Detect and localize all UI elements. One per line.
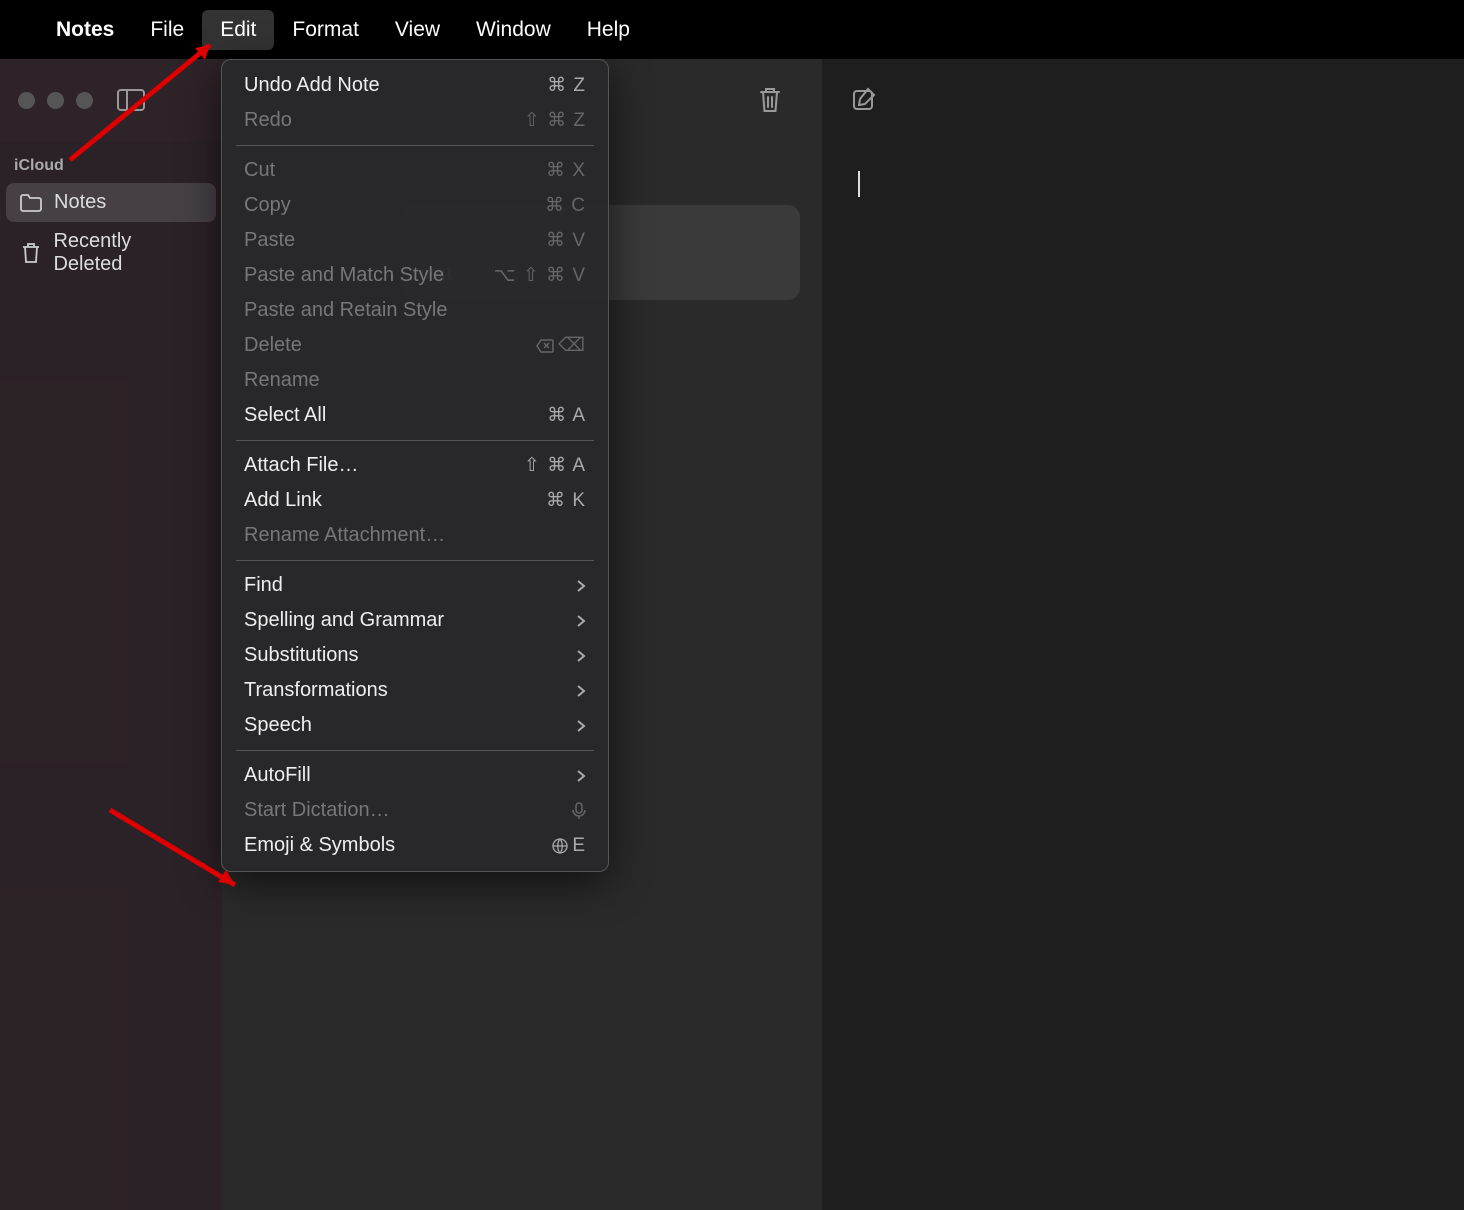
- menu-item-cut: Cut ⌘ X: [222, 153, 608, 188]
- chevron-right-icon: [576, 684, 586, 698]
- menu-item-shortcut: [572, 802, 586, 820]
- chevron-right-icon: [576, 614, 586, 628]
- menu-item-find[interactable]: Find: [222, 568, 608, 603]
- menu-format[interactable]: Format: [274, 10, 377, 50]
- menu-item-shortcut: ⇧ ⌘ A: [524, 454, 586, 477]
- menu-item-shortcut: E: [552, 835, 586, 857]
- menu-item-label: Rename Attachment…: [244, 524, 445, 547]
- menu-item-speech[interactable]: Speech: [222, 708, 608, 743]
- menu-item-rename-attachment: Rename Attachment…: [222, 518, 608, 553]
- menu-item-label: Delete: [244, 334, 302, 357]
- menu-item-redo: Redo ⇧ ⌘ Z: [222, 103, 608, 138]
- menu-item-undo-add-note[interactable]: Undo Add Note ⌘ Z: [222, 68, 608, 103]
- menu-item-label: Start Dictation…: [244, 799, 390, 822]
- menu-item-substitutions[interactable]: Substitutions: [222, 638, 608, 673]
- sidebar-section-header: iCloud: [0, 151, 222, 183]
- menu-item-shortcut: ⌥ ⇧ ⌘ V: [494, 264, 586, 287]
- menu-item-paste-and-match-style: Paste and Match Style ⌥ ⇧ ⌘ V: [222, 258, 608, 293]
- menubar: Notes File Edit Format View Window Help: [0, 0, 1464, 59]
- menu-edit[interactable]: Edit: [202, 10, 274, 50]
- menu-item-shortcut: ⌘ C: [545, 194, 586, 217]
- toolbar-left: [0, 59, 222, 141]
- menu-item-label: Redo: [244, 109, 292, 132]
- menu-item-shortcut: ⇧ ⌘ Z: [524, 109, 586, 132]
- menu-item-delete: Delete ⌫: [222, 328, 608, 363]
- menu-item-label: Cut: [244, 159, 275, 182]
- edit-menu-dropdown: Undo Add Note ⌘ Z Redo ⇧ ⌘ Z Cut ⌘ X Copy ⌘ C Pa…: [221, 59, 609, 872]
- chevron-right-icon: [576, 579, 586, 593]
- menu-item-emoji-symbols[interactable]: Emoji & Symbols E: [222, 828, 608, 863]
- menu-item-rename: Rename: [222, 363, 608, 398]
- window-controls: [18, 92, 93, 109]
- toolbar: [0, 59, 1464, 141]
- sidebar-item-label: Recently Deleted: [53, 230, 202, 276]
- sidebar-item-label: Notes: [54, 191, 106, 214]
- menu-item-label: Transformations: [244, 679, 388, 702]
- chevron-right-icon: [576, 719, 586, 733]
- menu-window[interactable]: Window: [458, 10, 569, 50]
- trash-icon: [20, 242, 41, 264]
- mic-icon: [572, 802, 586, 820]
- chevron-right-icon: [576, 649, 586, 663]
- menu-item-label: Speech: [244, 714, 312, 737]
- main-area: iCloud Notes Recently Deleted: [0, 141, 1464, 1210]
- delete-note-button[interactable]: [758, 86, 782, 114]
- menu-view[interactable]: View: [377, 10, 458, 50]
- note-editor[interactable]: [822, 141, 1464, 1210]
- menu-item-label: Paste and Retain Style: [244, 299, 447, 322]
- menu-item-shortcut: ⌘ V: [546, 229, 586, 252]
- menu-item-paste: Paste ⌘ V: [222, 223, 608, 258]
- menu-item-copy: Copy ⌘ C: [222, 188, 608, 223]
- menu-item-label: Substitutions: [244, 644, 359, 667]
- menu-app-name[interactable]: Notes: [38, 10, 132, 50]
- menu-item-label: Paste and Match Style: [244, 264, 444, 287]
- folder-icon: [20, 194, 42, 212]
- menu-item-spelling-and-grammar[interactable]: Spelling and Grammar: [222, 603, 608, 638]
- menu-item-label: Select All: [244, 404, 326, 427]
- menu-item-shortcut: ⌫: [536, 334, 586, 357]
- toolbar-right: [822, 59, 1464, 141]
- menu-item-label: AutoFill: [244, 764, 311, 787]
- menu-item-transformations[interactable]: Transformations: [222, 673, 608, 708]
- menu-item-label: Copy: [244, 194, 291, 217]
- menu-item-label: Emoji & Symbols: [244, 834, 395, 857]
- menu-item-add-link[interactable]: Add Link ⌘ K: [222, 483, 608, 518]
- text-cursor: [858, 171, 860, 197]
- menu-item-label: Undo Add Note: [244, 74, 380, 97]
- menu-item-shortcut: ⌘ A: [547, 404, 586, 427]
- menu-item-label: Add Link: [244, 489, 322, 512]
- delete-icon: [536, 339, 554, 353]
- chevron-right-icon: [576, 769, 586, 783]
- menu-item-attach-file[interactable]: Attach File… ⇧ ⌘ A: [222, 448, 608, 483]
- menu-item-shortcut: ⌘ X: [546, 159, 586, 182]
- sidebar-item-notes[interactable]: Notes: [6, 183, 216, 222]
- menu-item-select-all[interactable]: Select All ⌘ A: [222, 398, 608, 433]
- sidebar-toggle-icon[interactable]: [117, 89, 145, 111]
- menu-item-shortcut: ⌘ K: [546, 489, 586, 512]
- menu-item-label: Attach File…: [244, 454, 358, 477]
- menu-item-start-dictation: Start Dictation…: [222, 793, 608, 828]
- menu-help[interactable]: Help: [569, 10, 648, 50]
- menu-item-label: Find: [244, 574, 283, 597]
- traffic-close[interactable]: [18, 92, 35, 109]
- menu-item-shortcut: ⌘ Z: [547, 74, 586, 97]
- menu-file[interactable]: File: [132, 10, 202, 50]
- traffic-minimize[interactable]: [47, 92, 64, 109]
- sidebar: iCloud Notes Recently Deleted: [0, 141, 222, 1210]
- menu-item-paste-and-retain-style: Paste and Retain Style: [222, 293, 608, 328]
- menu-item-label: Rename: [244, 369, 320, 392]
- menu-item-label: Spelling and Grammar: [244, 609, 444, 632]
- menu-item-autofill[interactable]: AutoFill: [222, 758, 608, 793]
- globe-icon: [552, 838, 568, 854]
- compose-note-button[interactable]: [852, 87, 878, 113]
- sidebar-item-recently-deleted[interactable]: Recently Deleted: [6, 222, 216, 284]
- traffic-zoom[interactable]: [76, 92, 93, 109]
- menu-item-label: Paste: [244, 229, 295, 252]
